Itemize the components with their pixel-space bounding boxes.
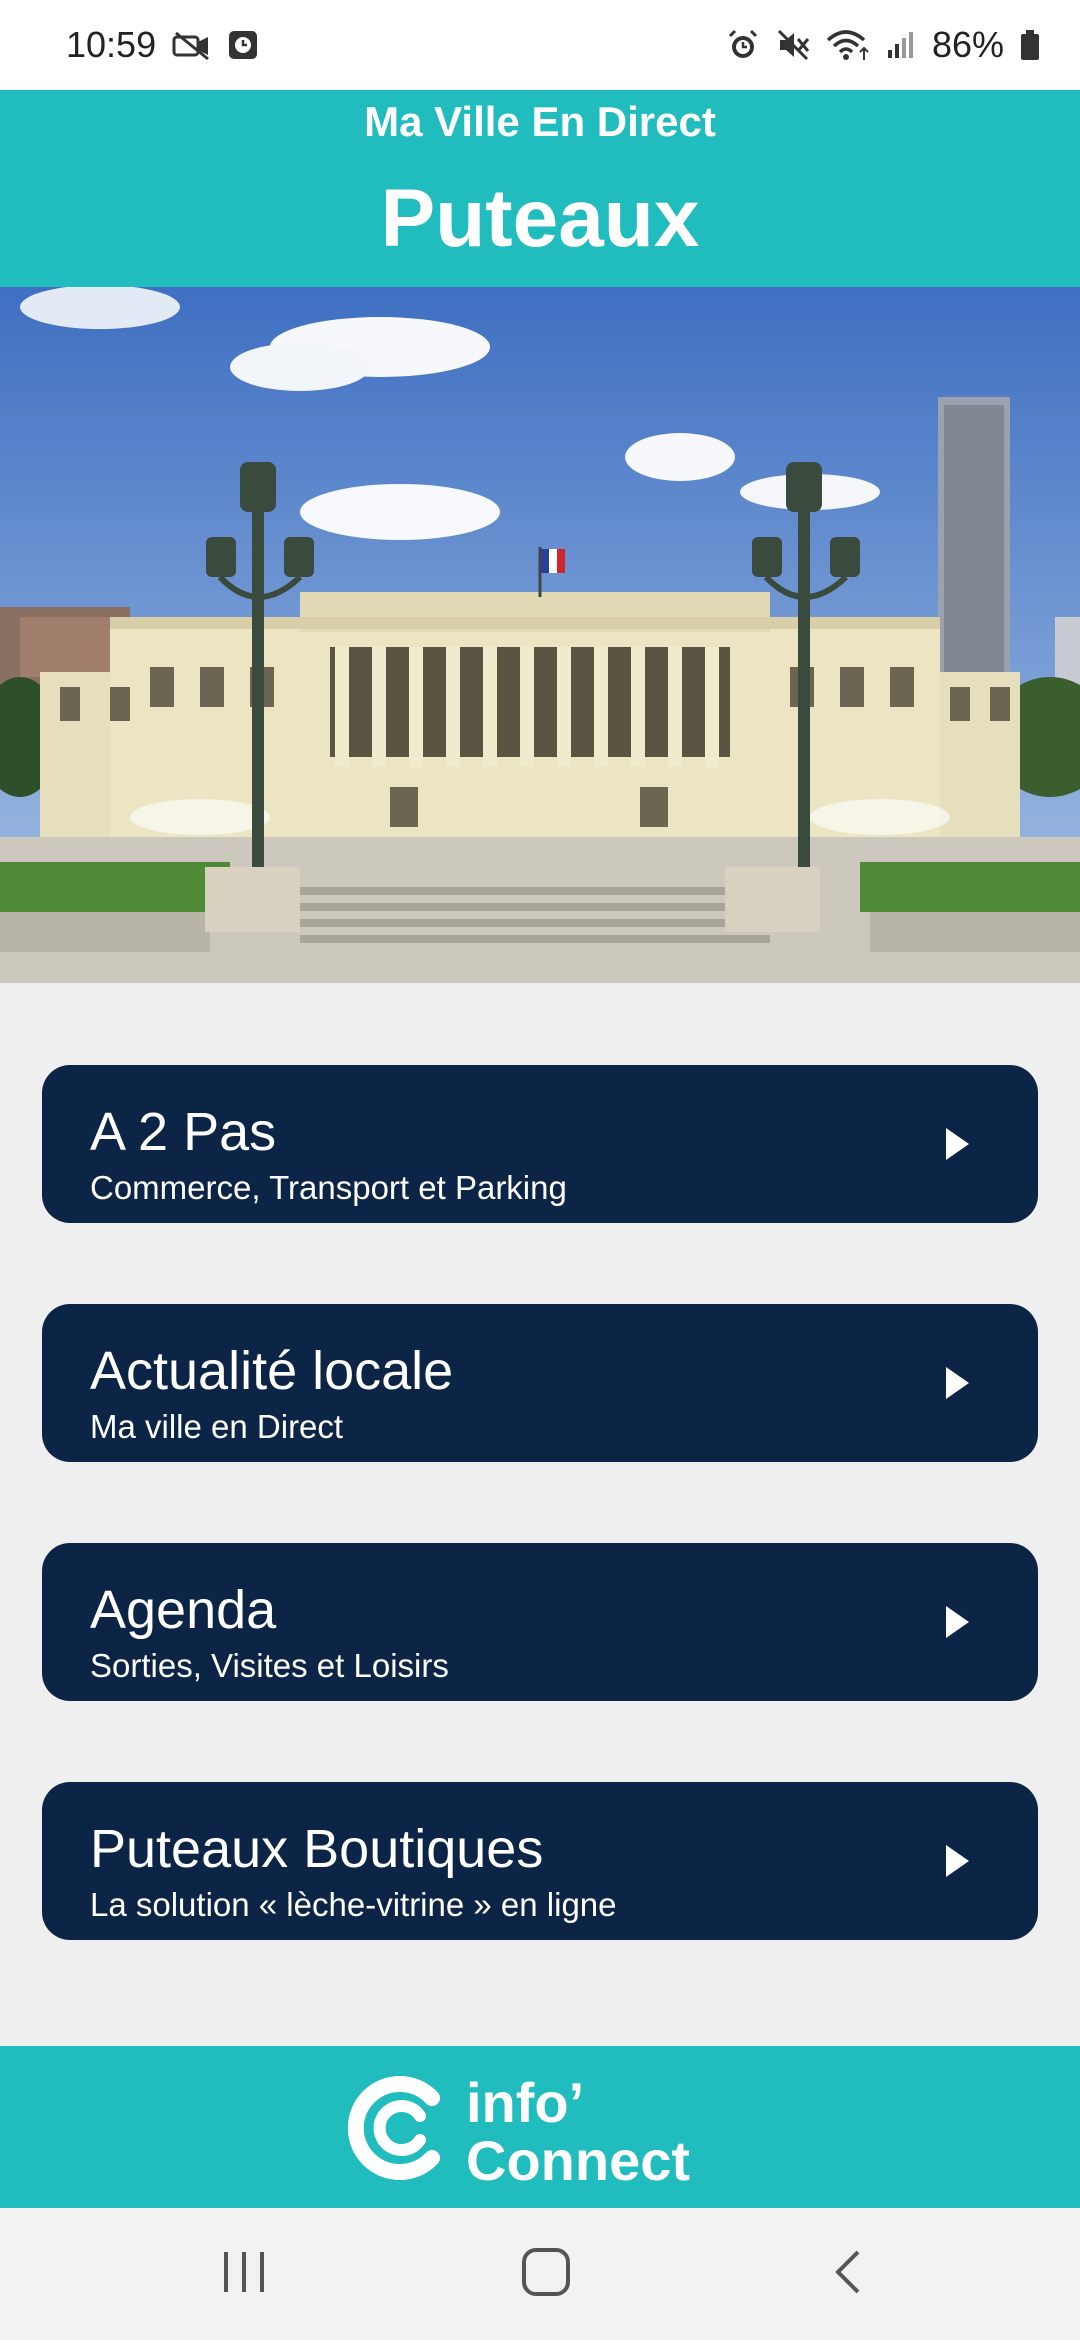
- clock-app-icon: [228, 30, 258, 60]
- card-title: A 2 Pas: [90, 1102, 277, 1162]
- card-title: Actualité locale: [90, 1341, 454, 1401]
- footer-bar: info’ Connect: [0, 2046, 1080, 2208]
- card-title: Agenda: [90, 1580, 277, 1640]
- camera-off-icon: [172, 29, 212, 61]
- mute-icon: [776, 28, 810, 62]
- chevron-right-icon: [944, 1605, 970, 1644]
- logo-text-info: info’: [466, 2071, 584, 2134]
- menu-card-actualite[interactable]: Actualité locale Ma ville en Direct: [42, 1304, 1038, 1462]
- chevron-right-icon: [944, 1127, 970, 1166]
- status-right: 86%: [726, 24, 1040, 66]
- card-subtitle: Sorties, Visites et Loisirs: [90, 1647, 449, 1684]
- menu-card-agenda[interactable]: Agenda Sorties, Visites et Loisirs: [42, 1543, 1038, 1701]
- info-connect-logo: info’ Connect: [347, 2071, 690, 2192]
- status-time: 10:59: [66, 24, 157, 65]
- chevron-right-icon: [944, 1844, 970, 1883]
- battery-icon: [1020, 29, 1040, 61]
- chevron-right-icon: [944, 1366, 970, 1405]
- menu-card-boutiques[interactable]: Puteaux Boutiques La solution « lèche-vi…: [42, 1782, 1038, 1940]
- card-title: Puteaux Boutiques: [90, 1819, 544, 1879]
- back-icon[interactable]: [828, 2244, 868, 2305]
- recent-apps-icon[interactable]: [220, 2244, 268, 2305]
- card-subtitle: Ma ville en Direct: [90, 1408, 344, 1445]
- menu-card-a2pas[interactable]: A 2 Pas Commerce, Transport et Parking: [42, 1065, 1038, 1223]
- wifi-icon: [826, 28, 870, 62]
- alarm-icon: [726, 28, 760, 62]
- status-left: 10:59: [66, 24, 258, 66]
- page-title: Puteaux: [380, 173, 700, 264]
- signal-icon: [886, 30, 916, 60]
- battery-percent: 86%: [931, 24, 1004, 65]
- hero-image: [0, 287, 1080, 983]
- card-subtitle: La solution « lèche-vitrine » en ligne: [90, 1886, 617, 1923]
- app-header: Ma Ville En Direct Puteaux: [0, 90, 1080, 287]
- card-subtitle: Commerce, Transport et Parking: [90, 1169, 567, 1206]
- system-nav-bar: [0, 2208, 1080, 2340]
- home-icon[interactable]: [518, 2244, 574, 2305]
- status-bar: 10:59 86%: [0, 0, 1080, 90]
- header-subtitle: Ma Ville En Direct: [364, 98, 716, 145]
- logo-text-connect: Connect: [466, 2129, 690, 2192]
